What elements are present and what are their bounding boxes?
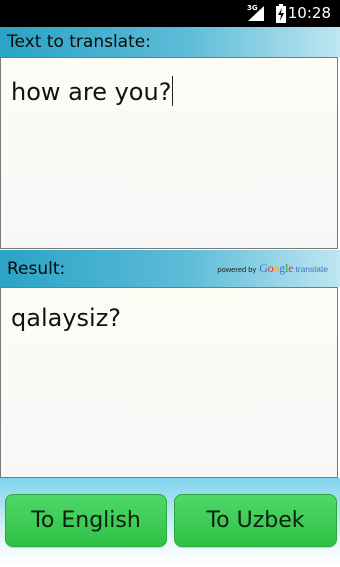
translate-text: translate — [295, 264, 328, 274]
result-text-value: qalaysiz? — [11, 304, 122, 332]
text-cursor — [172, 76, 174, 106]
result-header: Result: powered by Google translate — [0, 250, 340, 287]
to-uzbek-button[interactable]: To Uzbek — [174, 494, 337, 547]
source-text-value: how are you? — [11, 76, 174, 106]
button-bar: To English To Uzbek — [0, 478, 340, 567]
google-logo: Google — [259, 261, 294, 275]
battery-charging-icon — [276, 4, 286, 23]
source-text-input[interactable]: how are you? — [0, 57, 338, 249]
status-bar: 3G 10:28 — [0, 0, 340, 27]
result-text-area[interactable]: qalaysiz? — [0, 287, 338, 478]
result-label: Result: — [7, 259, 66, 279]
source-label: Text to translate: — [7, 32, 151, 52]
status-time: 10:28 — [287, 4, 331, 22]
to-english-button[interactable]: To English — [5, 494, 167, 547]
powered-by-text: powered by — [217, 265, 257, 274]
signal-icon — [248, 6, 264, 21]
google-translate-attribution: powered by Google translate — [217, 261, 328, 275]
source-header: Text to translate: — [0, 27, 340, 57]
